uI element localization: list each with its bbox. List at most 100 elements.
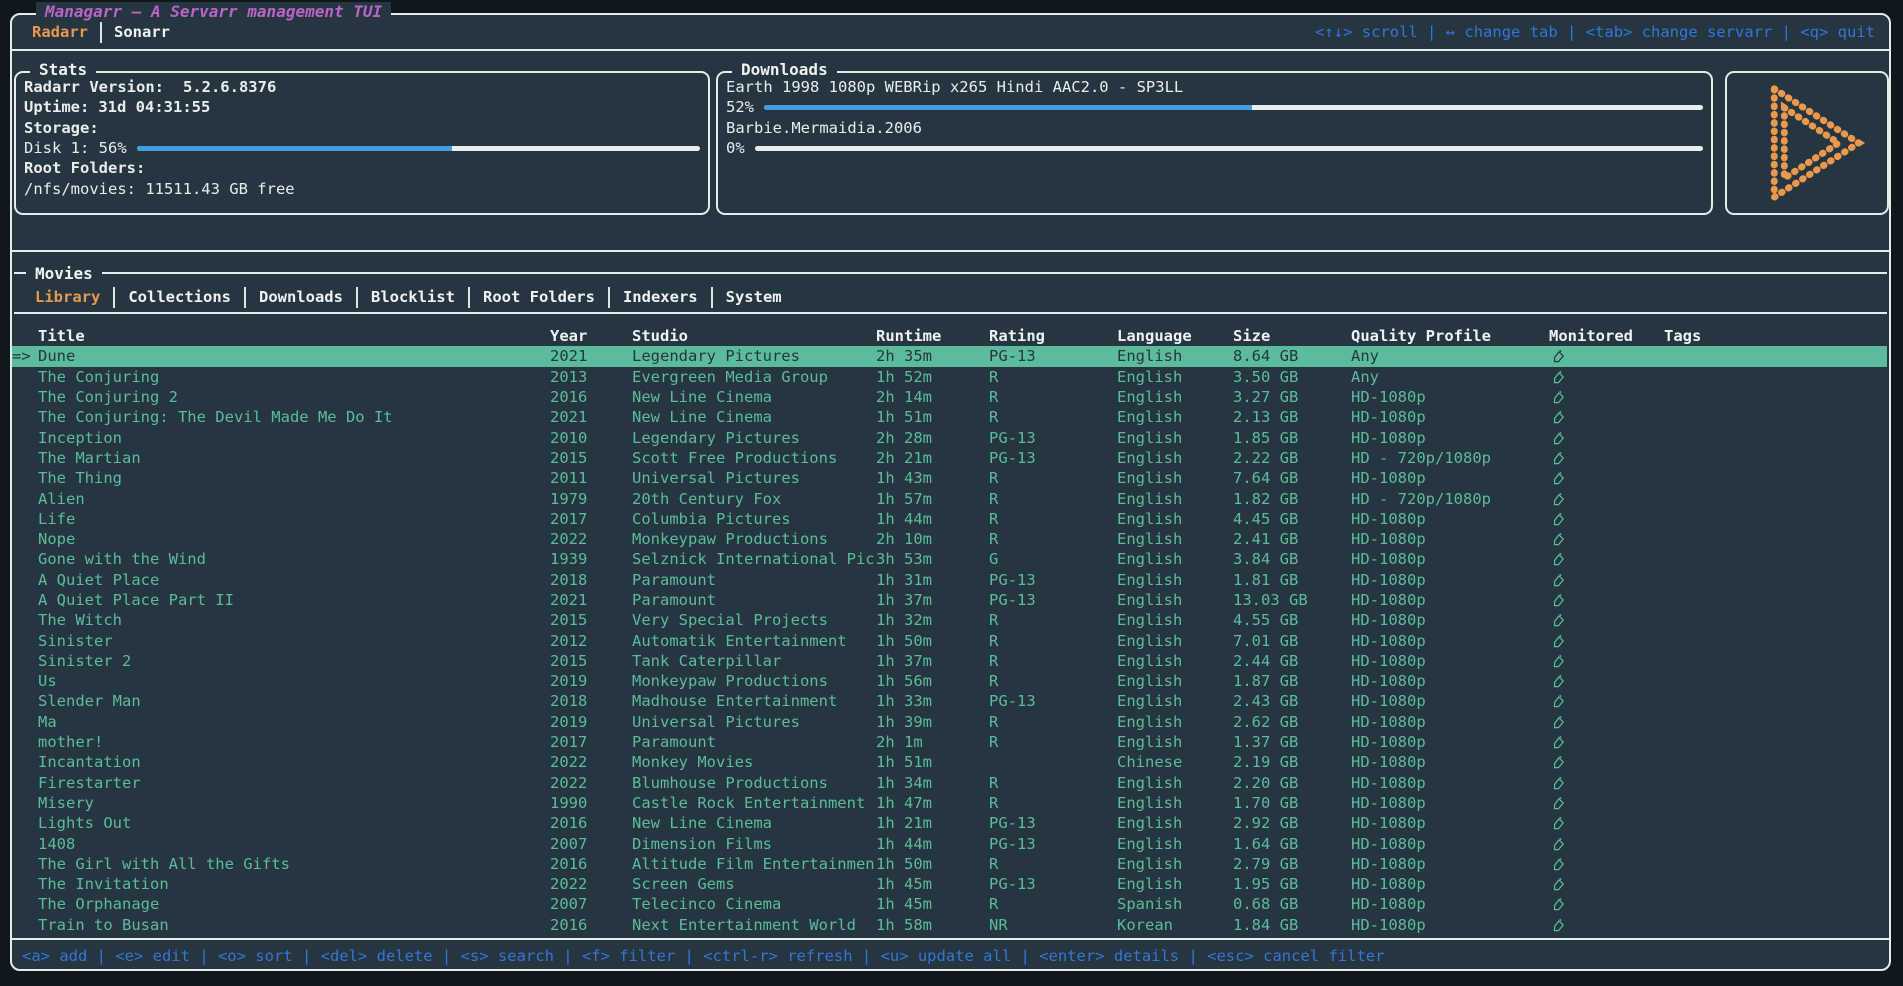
cell-rating: PG-13 xyxy=(989,814,1117,832)
movie-row[interactable]: The Thing2011Universal Pictures1h 43mREn… xyxy=(12,468,1887,488)
download-percent-label: 0% xyxy=(726,139,745,157)
monitored-tag-icon xyxy=(1551,349,1566,364)
movie-row[interactable]: Life2017Columbia Pictures1h 44mREnglish4… xyxy=(12,509,1887,529)
movie-row[interactable]: Us2019Monkeypaw Productions1h 56mREnglis… xyxy=(12,671,1887,691)
movie-row[interactable]: The Orphanage2007Telecinco Cinema1h 45mR… xyxy=(12,894,1887,914)
monitored-tag-icon xyxy=(1551,816,1566,831)
cell-size: 8.64 GB xyxy=(1233,347,1351,365)
cell-runtime: 1h 58m xyxy=(876,916,989,934)
tab-system[interactable]: System xyxy=(713,288,795,306)
keybind-help-bottom: <a> add | <e> edit | <o> sort | <del> de… xyxy=(22,944,1384,968)
col-language: Language xyxy=(1117,327,1233,345)
movie-row[interactable]: =>Dune2021Legendary Pictures2h 35mPG-13E… xyxy=(12,346,1887,366)
movie-row[interactable]: A Quiet Place2018Paramount1h 31mPG-13Eng… xyxy=(12,570,1887,590)
cell-rating: PG-13 xyxy=(989,449,1117,467)
movie-row[interactable]: Sinister2012Automatik Entertainment1h 50… xyxy=(12,630,1887,650)
movie-row[interactable]: Alien197920th Century Fox1h 57mREnglish1… xyxy=(12,488,1887,508)
cell-size: 2.44 GB xyxy=(1233,652,1351,670)
cell-monitored xyxy=(1549,510,1664,528)
cell-size: 3.27 GB xyxy=(1233,388,1351,406)
cell-language: English xyxy=(1117,774,1233,792)
cell-year: 1990 xyxy=(550,794,632,812)
cell-language: Chinese xyxy=(1117,753,1233,771)
cell-size: 1.84 GB xyxy=(1233,916,1351,934)
footer-separator-line xyxy=(12,938,1889,940)
movie-row[interactable]: Train to Busan2016Next Entertainment Wor… xyxy=(12,915,1887,935)
tab-collections[interactable]: Collections xyxy=(115,288,244,306)
servarr-tab-sonarr[interactable]: Sonarr xyxy=(102,23,182,41)
cell-studio: Paramount xyxy=(632,733,876,751)
cell-quality_profile: HD-1080p xyxy=(1351,429,1549,447)
cell-rating: PG-13 xyxy=(989,429,1117,447)
cell-studio: Madhouse Entertainment xyxy=(632,692,876,710)
cell-size: 1.82 GB xyxy=(1233,490,1351,508)
movie-row[interactable]: The Witch2015Very Special Projects1h 32m… xyxy=(12,610,1887,630)
cell-runtime: 1h 50m xyxy=(876,632,989,650)
movie-row[interactable]: Sinister 22015Tank Caterpillar1h 37mREng… xyxy=(12,651,1887,671)
monitored-tag-icon xyxy=(1551,451,1566,466)
uptime-label: Uptime: xyxy=(24,98,89,116)
monitored-tag-icon xyxy=(1551,735,1566,750)
movie-row[interactable]: The Martian2015Scott Free Productions2h … xyxy=(12,448,1887,468)
cell-monitored xyxy=(1549,571,1664,589)
movie-row[interactable]: Ma2019Universal Pictures1h 39mREnglish2.… xyxy=(12,712,1887,732)
cell-runtime: 1h 57m xyxy=(876,490,989,508)
cell-rating: R xyxy=(989,855,1117,873)
col-title: Title xyxy=(38,327,550,345)
movie-row[interactable]: The Conjuring 22016New Line Cinema2h 14m… xyxy=(12,387,1887,407)
cell-runtime: 1h 51m xyxy=(876,408,989,426)
cell-runtime: 1h 43m xyxy=(876,469,989,487)
cell-quality_profile: HD-1080p xyxy=(1351,692,1549,710)
cell-monitored xyxy=(1549,469,1664,487)
tab-blocklist[interactable]: Blocklist xyxy=(358,288,468,306)
movies-table: TitleYearStudioRuntimeRatingLanguageSize… xyxy=(12,326,1887,935)
cell-language: English xyxy=(1117,692,1233,710)
movie-row[interactable]: Firestarter2022Blumhouse Productions1h 3… xyxy=(12,773,1887,793)
movie-row[interactable]: 14082007Dimension Films1h 44mPG-13Englis… xyxy=(12,833,1887,853)
movie-row[interactable]: Slender Man2018Madhouse Entertainment1h … xyxy=(12,691,1887,711)
cell-quality_profile: HD-1080p xyxy=(1351,835,1549,853)
cell-year: 2019 xyxy=(550,713,632,731)
cell-rating: R xyxy=(989,713,1117,731)
cell-title: Us xyxy=(38,672,550,690)
cell-monitored xyxy=(1549,774,1664,792)
cell-rating: PG-13 xyxy=(989,347,1117,365)
movie-row[interactable]: Nope2022Monkeypaw Productions2h 10mREngl… xyxy=(12,529,1887,549)
cell-runtime: 1h 47m xyxy=(876,794,989,812)
monitored-tag-icon xyxy=(1551,857,1566,872)
tab-library[interactable]: Library xyxy=(22,288,113,306)
monitored-tag-icon xyxy=(1551,492,1566,507)
movie-row[interactable]: The Conjuring: The Devil Made Me Do It20… xyxy=(12,407,1887,427)
tab-root-folders[interactable]: Root Folders xyxy=(470,288,608,306)
cell-size: 1.87 GB xyxy=(1233,672,1351,690)
logo-panel xyxy=(1725,71,1889,215)
movie-row[interactable]: A Quiet Place Part II2021Paramount1h 37m… xyxy=(12,590,1887,610)
cell-monitored xyxy=(1549,794,1664,812)
cell-quality_profile: HD-1080p xyxy=(1351,530,1549,548)
radarr-version-label: Radarr Version: xyxy=(24,78,164,96)
monitored-tag-icon xyxy=(1551,634,1566,649)
cell-rating: R xyxy=(989,774,1117,792)
movie-row[interactable]: The Girl with All the Gifts2016Altitude … xyxy=(12,854,1887,874)
cell-runtime: 2h 10m xyxy=(876,530,989,548)
servarr-tab-radarr[interactable]: Radarr xyxy=(20,23,100,41)
cell-language: English xyxy=(1117,875,1233,893)
legend-line-left xyxy=(14,272,26,274)
movie-row[interactable]: Gone with the Wind1939Selznick Internati… xyxy=(12,549,1887,569)
movie-row[interactable]: The Conjuring2013Evergreen Media Group1h… xyxy=(12,367,1887,387)
cell-year: 2016 xyxy=(550,388,632,406)
col-quality_profile: Quality Profile xyxy=(1351,327,1549,345)
monitored-tag-icon xyxy=(1551,776,1566,791)
movie-row[interactable]: Lights Out2016New Line Cinema1h 21mPG-13… xyxy=(12,813,1887,833)
movie-row[interactable]: Incantation2022Monkey Movies1h 51mChines… xyxy=(12,752,1887,772)
cell-year: 2015 xyxy=(550,652,632,670)
cell-studio: Legendary Pictures xyxy=(632,429,876,447)
movie-row[interactable]: Inception2010Legendary Pictures2h 28mPG-… xyxy=(12,427,1887,447)
movie-row[interactable]: The Invitation2022Screen Gems1h 45mPG-13… xyxy=(12,874,1887,894)
tab-downloads[interactable]: Downloads xyxy=(246,288,356,306)
cell-quality_profile: HD-1080p xyxy=(1351,510,1549,528)
tab-indexers[interactable]: Indexers xyxy=(610,288,711,306)
movie-row[interactable]: Misery1990Castle Rock Entertainment1h 47… xyxy=(12,793,1887,813)
cell-year: 2019 xyxy=(550,672,632,690)
movie-row[interactable]: mother!2017Paramount2h 1mREnglish1.37 GB… xyxy=(12,732,1887,752)
